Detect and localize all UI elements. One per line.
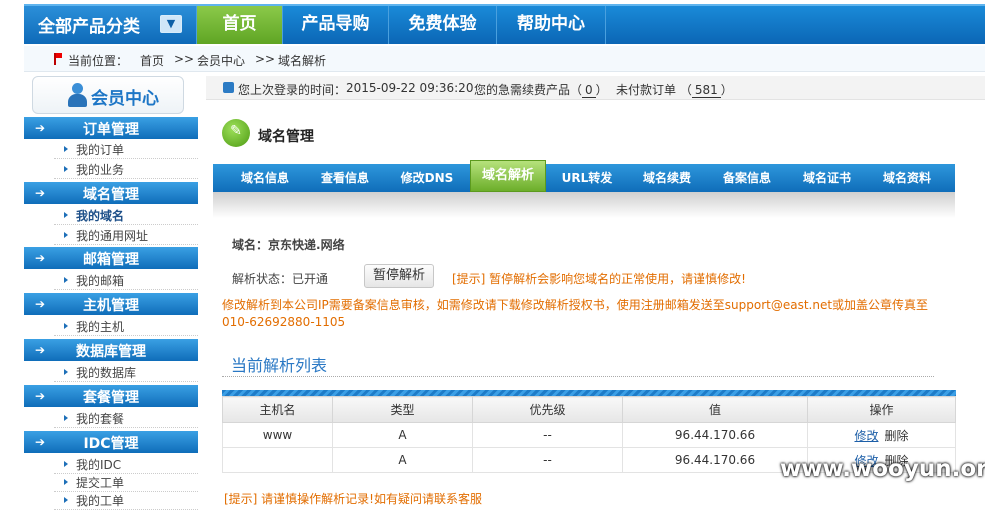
col-host: 主机名	[222, 396, 333, 423]
notice-line-1: 修改解析到本公司IP需要备案信息审核，如需修改请下载修改解析授权书，使用注册邮箱…	[222, 298, 929, 312]
col-priority: 优先级	[472, 396, 623, 423]
edit-record-link[interactable]: 修改	[854, 429, 878, 443]
cell-priority: --	[472, 422, 623, 448]
pause-warning-tip: [提示] 暂停解析会影响您域名的正常使用，请谨慎修改!	[452, 272, 746, 286]
last-login-time: 2015-09-22 09:36:20	[346, 81, 474, 95]
sidebar-item-my-domains[interactable]: 我的域名	[54, 205, 198, 225]
breadcrumb-home[interactable]: 首页	[140, 52, 164, 69]
sidebar-item-my-databases[interactable]: 我的数据库	[54, 362, 198, 382]
login-info-bar: 您上次登录的时间： 2015-09-22 09:36:20 您的急需续费产品（ 0…	[206, 76, 985, 100]
sidebar-section-domains[interactable]: ➔ 域名管理	[24, 182, 198, 204]
member-center-header: 会员中心	[32, 76, 184, 114]
tab-filing-info[interactable]: 备案信息	[711, 164, 783, 192]
sidebar-section-idc[interactable]: ➔ IDC管理	[24, 431, 198, 453]
notice-line-2: 010-62692880-1105	[222, 315, 346, 329]
wrench-icon: ✎	[222, 119, 250, 147]
sidebar-section-title: 邮箱管理	[83, 252, 139, 268]
breadcrumb-separator: >>	[255, 52, 276, 66]
col-value: 值	[622, 396, 808, 423]
breadcrumb-current: 域名解析	[278, 54, 327, 68]
cell-type: A	[332, 422, 473, 448]
tab-domain-profile[interactable]: 域名资料	[871, 164, 943, 192]
product-category-label: 全部产品分类	[38, 17, 140, 37]
nav-product-guide[interactable]: 产品导购	[282, 6, 388, 44]
sidebar-section-title: 订单管理	[83, 122, 139, 138]
page-title: 域名管理	[258, 129, 314, 145]
breadcrumb-separator: >>	[174, 52, 195, 66]
nav-free-trial[interactable]: 免费体验	[388, 6, 496, 44]
breadcrumb-member-center[interactable]: 会员中心	[197, 52, 245, 69]
domain-tabs: 域名信息 查看信息 修改DNS 域名解析 URL转发 域名续费 备案信息 域名证…	[213, 160, 955, 192]
nav-home[interactable]: 首页	[196, 6, 282, 44]
tab-url-forwarding[interactable]: URL转发	[553, 164, 621, 192]
sidebar-section-title: 套餐管理	[83, 390, 139, 406]
cell-actions: 修改 删除	[807, 422, 956, 448]
cell-type: A	[332, 447, 473, 473]
tab-modify-dns[interactable]: 修改DNS	[393, 164, 461, 192]
table-header-row: 主机名 类型 优先级 值 操作	[222, 396, 956, 423]
chevron-down-icon[interactable]: ▼	[160, 15, 182, 33]
breadcrumb: 当前位置： 首页 >> 会员中心 >> 域名解析	[24, 46, 985, 72]
user-status-icon	[223, 82, 234, 93]
domain-line: 域名：京东快递.网络	[232, 236, 345, 253]
sidebar-section-title: 域名管理	[83, 187, 139, 203]
col-actions: 操作	[807, 396, 956, 423]
sidebar-item-my-business[interactable]: 我的业务	[54, 159, 198, 179]
tab-domain-certificate[interactable]: 域名证书	[791, 164, 863, 192]
top-nav-bar: 全部产品分类 ▼ 首页 产品导购 免费体验 帮助中心	[24, 4, 985, 44]
unpaid-label: 未付款订单 （581）	[616, 83, 733, 98]
breadcrumb-label: 当前位置：	[68, 54, 129, 68]
renew-count[interactable]: 0	[582, 83, 596, 98]
watermark: www.wooyun.org	[780, 456, 985, 482]
sidebar-item-my-idc[interactable]: 我的IDC	[54, 454, 198, 474]
delete-record-link[interactable]: 删除	[885, 429, 909, 443]
renew-label: 您的急需续费产品（ 0）	[474, 83, 608, 98]
table-row: www A -- 96.44.170.66 修改 删除	[222, 422, 956, 448]
sidebar-section-packages[interactable]: ➔ 套餐管理	[24, 385, 198, 407]
product-category-menu[interactable]: 全部产品分类 ▼	[24, 6, 196, 44]
nav-help-center[interactable]: 帮助中心	[496, 6, 606, 44]
cell-host	[222, 447, 333, 473]
divider	[222, 376, 934, 377]
sidebar-section-database[interactable]: ➔ 数据库管理	[24, 339, 198, 361]
domain-value: 京东快递.网络	[268, 238, 345, 252]
record-list-title: 当前解析列表	[231, 356, 328, 375]
tab-domain-resolution[interactable]: 域名解析	[470, 160, 546, 192]
tab-domain-renewal[interactable]: 域名续费	[631, 164, 703, 192]
sidebar-section-title: 主机管理	[83, 298, 139, 314]
sidebar-item-my-tickets[interactable]: 我的工单	[54, 490, 198, 510]
sidebar-item-submit-ticket[interactable]: 提交工单	[54, 472, 198, 492]
unpaid-count[interactable]: 581	[691, 83, 721, 98]
sidebar-item-my-universal-urls[interactable]: 我的通用网址	[54, 225, 198, 245]
sidebar-section-title: IDC管理	[83, 436, 139, 452]
sidebar-item-my-packages[interactable]: 我的套餐	[54, 408, 198, 428]
resolution-status-label: 解析状态：	[232, 272, 293, 286]
member-center-title: 会员中心	[91, 89, 159, 109]
cell-host: www	[222, 422, 333, 448]
sidebar-item-my-mailbox[interactable]: 我的邮箱	[54, 270, 198, 290]
sidebar-section-orders[interactable]: ➔ 订单管理	[24, 117, 198, 139]
sidebar: 会员中心 ➔ 订单管理 我的订单 我的业务 ➔ 域名管理 我的域名 我的通用网址…	[24, 74, 198, 510]
flag-icon	[54, 53, 62, 65]
cell-priority: --	[472, 447, 623, 473]
tab-domain-info[interactable]: 域名信息	[221, 164, 309, 192]
domain-label: 域名：	[232, 238, 269, 252]
pause-resolution-button[interactable]: 暂停解析	[364, 264, 434, 288]
resolution-status-value: 已开通	[292, 272, 329, 286]
sidebar-item-my-orders[interactable]: 我的订单	[54, 139, 198, 159]
tab-view-info[interactable]: 查看信息	[309, 164, 381, 192]
sidebar-section-email[interactable]: ➔ 邮箱管理	[24, 247, 198, 269]
col-type: 类型	[332, 396, 473, 423]
sidebar-item-my-hosts[interactable]: 我的主机	[54, 316, 198, 336]
user-icon	[67, 83, 87, 107]
last-login-label: 您上次登录的时间：	[238, 83, 347, 97]
sidebar-section-title: 数据库管理	[76, 344, 146, 360]
tab-shadow	[213, 192, 955, 218]
sidebar-section-hosting[interactable]: ➔ 主机管理	[24, 293, 198, 315]
cell-value: 96.44.170.66	[622, 422, 808, 448]
